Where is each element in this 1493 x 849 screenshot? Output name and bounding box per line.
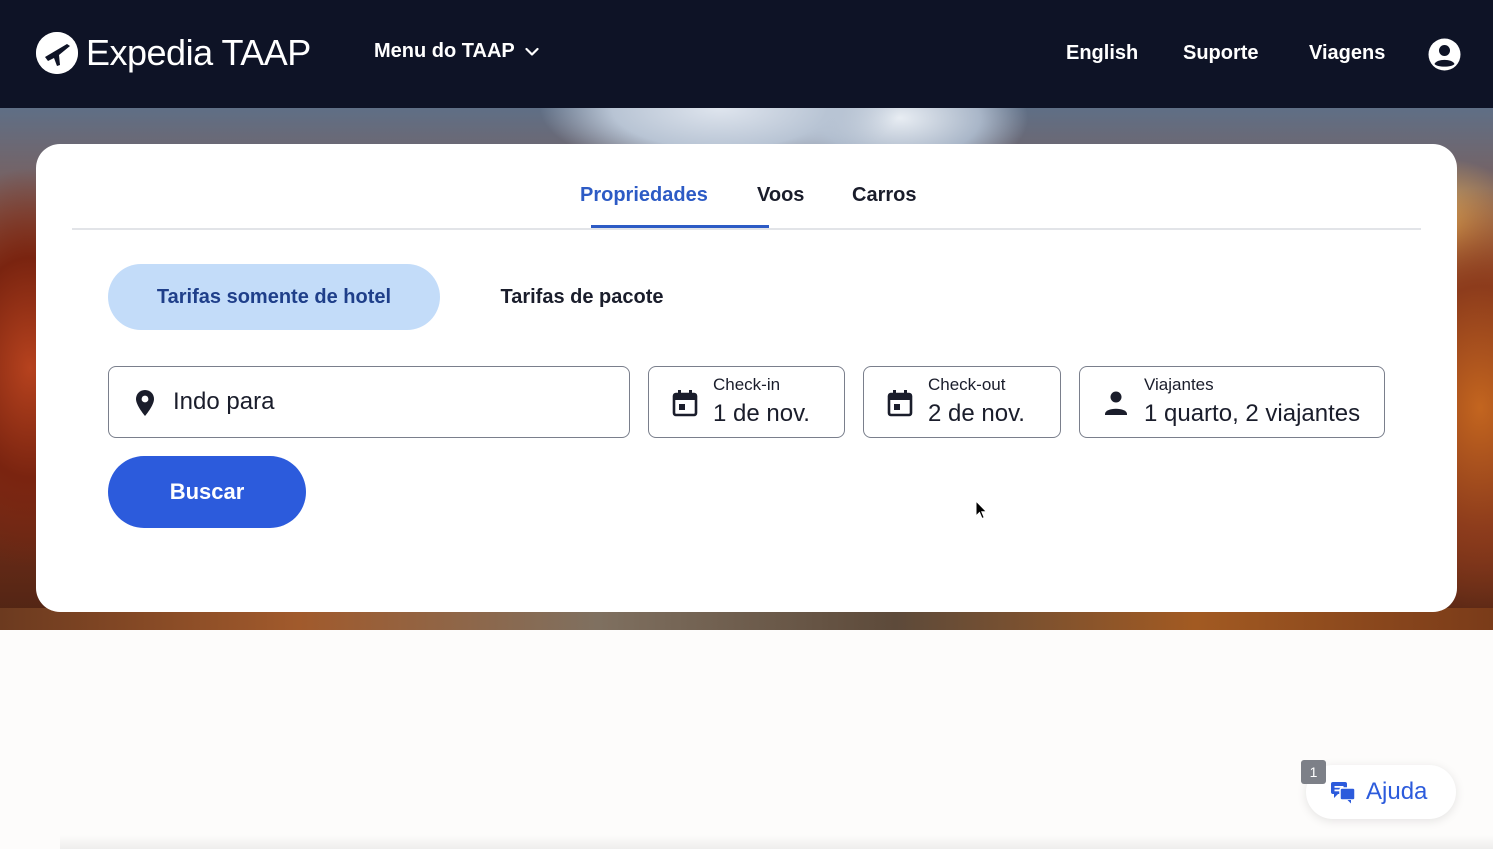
taap-menu-button[interactable]: Menu do TAAP [374, 40, 539, 63]
travelers-value: 1 quarto, 2 viajantes [1144, 400, 1361, 427]
travelers-field[interactable]: Viajantes 1 quarto, 2 viajantes [1079, 366, 1385, 438]
plane-logo-icon [36, 32, 78, 74]
package-rates-toggle[interactable]: Tarifas de pacote [476, 264, 688, 330]
checkin-field[interactable]: Check-in 1 de nov. [648, 366, 845, 438]
destination-field[interactable]: Indo para [108, 366, 630, 438]
taap-menu-label: Menu do TAAP [374, 40, 515, 62]
checkout-field[interactable]: Check-out 2 de nov. [863, 366, 1061, 438]
checkout-label: Check-out [928, 375, 1006, 394]
hotel-only-rates-toggle[interactable]: Tarifas somente de hotel [108, 264, 440, 330]
checkin-value: 1 de nov. [713, 400, 810, 427]
tab-flights[interactable]: Voos [757, 184, 804, 207]
footer-shadow [60, 835, 1493, 849]
account-icon[interactable] [1428, 38, 1461, 71]
chat-bubbles-icon [1331, 782, 1356, 804]
travelers-label: Viajantes [1144, 375, 1214, 394]
search-card: Propriedades Voos Carros Tarifas somente… [36, 144, 1457, 612]
calendar-icon [887, 390, 913, 417]
search-button[interactable]: Buscar [108, 456, 306, 528]
language-link[interactable]: English [1066, 42, 1138, 65]
search-tabs: Propriedades Voos Carros [72, 144, 1421, 230]
person-icon [1105, 391, 1127, 415]
help-chat-button[interactable]: Ajuda [1306, 765, 1456, 819]
calendar-icon [672, 390, 698, 417]
top-nav-bar: Expedia TAAP Menu do TAAP English Suport… [0, 0, 1493, 108]
help-notification-badge: 1 [1301, 760, 1326, 784]
help-label: Ajuda [1366, 778, 1428, 805]
support-link[interactable]: Suporte [1183, 42, 1259, 65]
tab-properties[interactable]: Propriedades [580, 184, 708, 207]
active-tab-indicator [591, 225, 769, 228]
location-pin-icon [136, 390, 154, 416]
trips-link[interactable]: Viagens [1309, 42, 1385, 65]
expedia-taap-logo[interactable]: Expedia TAAP [36, 32, 311, 74]
chevron-down-icon [525, 47, 539, 56]
destination-placeholder: Indo para [173, 388, 275, 415]
logo-text: Expedia TAAP [86, 32, 311, 73]
checkin-label: Check-in [713, 375, 781, 394]
tab-cars[interactable]: Carros [852, 184, 916, 207]
checkout-value: 2 de nov. [928, 400, 1025, 427]
mouse-cursor-icon [975, 500, 988, 520]
